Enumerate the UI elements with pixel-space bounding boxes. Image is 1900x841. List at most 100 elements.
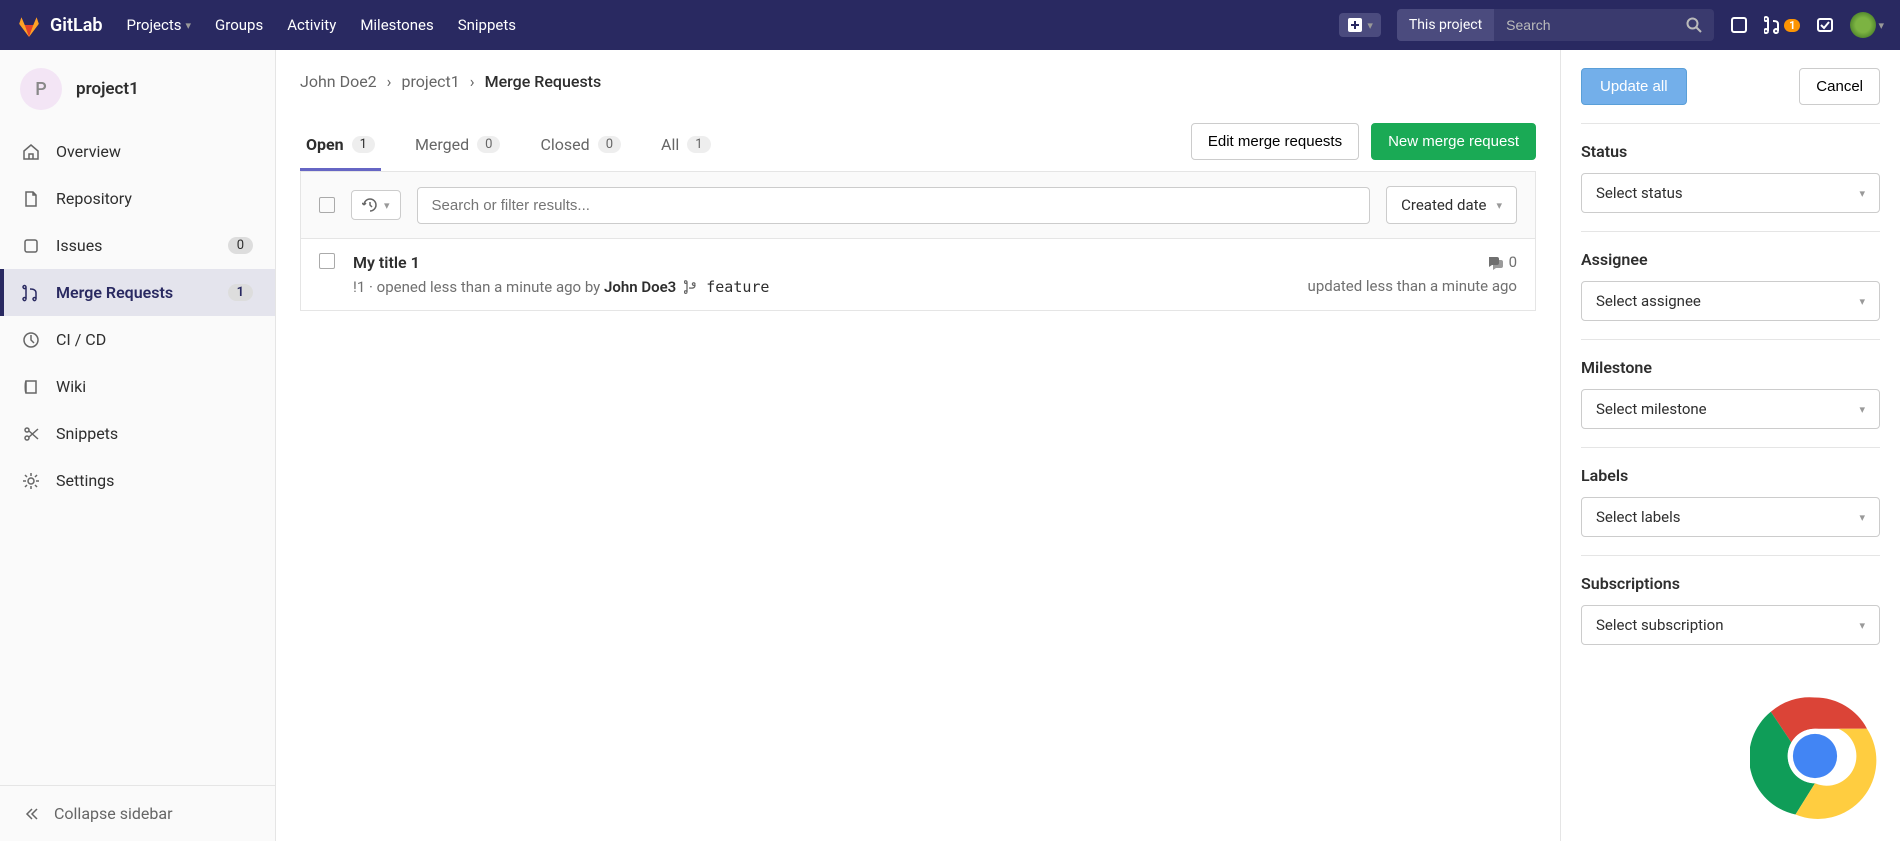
labels-select[interactable]: Select labels▾ — [1581, 497, 1880, 537]
nav-groups[interactable]: Groups — [215, 16, 263, 34]
breadcrumb-project[interactable]: project1 — [401, 72, 459, 91]
chrome-icon — [1750, 691, 1880, 821]
sidebar-item-label: Overview — [56, 142, 121, 161]
collapse-label: Collapse sidebar — [54, 804, 172, 823]
mr-count-badge: 1 — [1784, 19, 1800, 32]
home-icon — [22, 143, 40, 161]
sidebar-item-issues[interactable]: Issues 0 — [0, 222, 275, 269]
user-menu[interactable]: ▾ — [1850, 12, 1884, 38]
brand-text: GitLab — [50, 15, 103, 36]
breadcrumb-page: Merge Requests — [485, 72, 602, 91]
sidebar-item-cicd[interactable]: CI / CD — [0, 316, 275, 363]
logo[interactable]: GitLab — [16, 12, 103, 38]
file-icon — [22, 190, 40, 208]
branch-icon — [684, 280, 698, 294]
cancel-button[interactable]: Cancel — [1799, 68, 1880, 105]
history-icon — [362, 197, 378, 213]
chevron-down-icon: ▾ — [1859, 619, 1865, 632]
assignee-select[interactable]: Select assignee▾ — [1581, 281, 1880, 321]
project-avatar: P — [20, 68, 62, 110]
tab-all[interactable]: All1 — [655, 121, 717, 171]
new-mr-button[interactable]: New merge request — [1371, 123, 1536, 160]
sidebar-item-label: Issues — [56, 236, 102, 255]
filter-input[interactable] — [417, 187, 1371, 224]
tab-merged[interactable]: Merged0 — [409, 121, 507, 171]
sidebar-item-repository[interactable]: Repository — [0, 175, 275, 222]
search-button[interactable] — [1674, 9, 1714, 41]
history-button[interactable]: ▾ — [351, 190, 401, 220]
milestone-select[interactable]: Select milestone▾ — [1581, 389, 1880, 429]
assignee-label: Assignee — [1581, 250, 1880, 269]
book-icon — [22, 378, 40, 396]
sidebar-item-merge-requests[interactable]: Merge Requests 1 — [0, 269, 275, 316]
chevron-down-icon: ▾ — [384, 199, 390, 212]
avatar — [1850, 12, 1876, 38]
select-all-checkbox[interactable] — [319, 197, 335, 213]
nav-projects[interactable]: Projects▾ — [127, 16, 192, 34]
search-input[interactable] — [1494, 9, 1674, 41]
status-select[interactable]: Select status▾ — [1581, 173, 1880, 213]
breadcrumb-user[interactable]: John Doe2 — [300, 72, 377, 91]
sidebar-item-label: Settings — [56, 471, 114, 490]
sidebar-item-label: CI / CD — [56, 330, 106, 349]
mr-comments[interactable]: 0 — [1308, 253, 1517, 271]
tab-closed[interactable]: Closed0 — [534, 121, 627, 171]
project-name: project1 — [76, 79, 139, 99]
nav-snippets[interactable]: Snippets — [458, 16, 516, 34]
plus-button[interactable]: ▾ — [1339, 13, 1381, 37]
mr-title[interactable]: My title 1 — [353, 253, 1290, 272]
badge: 0 — [477, 136, 500, 153]
sort-dropdown[interactable]: Created date ▾ — [1386, 186, 1517, 224]
badge: 1 — [228, 284, 253, 301]
merge-requests-icon[interactable]: 1 — [1764, 16, 1800, 34]
search-scope[interactable]: This project — [1397, 9, 1494, 41]
milestone-label: Milestone — [1581, 358, 1880, 377]
edit-mr-button[interactable]: Edit merge requests — [1191, 123, 1359, 160]
header: GitLab Projects▾ Groups Activity Milesto… — [0, 0, 1900, 50]
badge: 0 — [598, 136, 621, 153]
sidebar-left: P project1 Overview Repository Issues 0 … — [0, 50, 276, 841]
collapse-icon — [22, 805, 40, 823]
mr-author[interactable]: John Doe3 — [604, 278, 676, 296]
chevron-down-icon: ▾ — [1859, 403, 1865, 416]
mr-checkbox[interactable] — [319, 253, 335, 269]
chevron-down-icon: ▾ — [1878, 19, 1884, 32]
sidebar-item-wiki[interactable]: Wiki — [0, 363, 275, 410]
mr-list: My title 1 !1 · opened less than a minut… — [300, 239, 1536, 311]
sidebar-item-settings[interactable]: Settings — [0, 457, 275, 504]
chevron-down-icon: ▾ — [1496, 199, 1502, 212]
todos-icon[interactable] — [1816, 16, 1834, 34]
nav-activity[interactable]: Activity — [287, 16, 336, 34]
collapse-sidebar[interactable]: Collapse sidebar — [0, 785, 275, 841]
sidebar-item-label: Wiki — [56, 377, 86, 396]
badge: 0 — [228, 237, 253, 254]
gitlab-icon — [16, 12, 42, 38]
labels-label: Labels — [1581, 466, 1880, 485]
main-nav: Projects▾ Groups Activity Milestones Sni… — [127, 16, 516, 34]
tab-open[interactable]: Open1 — [300, 121, 381, 171]
status-label: Status — [1581, 142, 1880, 161]
mr-branch: feature — [706, 278, 769, 296]
issues-icon[interactable] — [1730, 16, 1748, 34]
subscriptions-label: Subscriptions — [1581, 574, 1880, 593]
scissors-icon — [22, 425, 40, 443]
mr-meta: !1 · opened less than a minute ago by Jo… — [353, 278, 1290, 296]
rocket-icon — [22, 331, 40, 349]
subscriptions-select[interactable]: Select subscription▾ — [1581, 605, 1880, 645]
mr-ref: !1 — [353, 278, 365, 296]
comments-icon — [1487, 254, 1503, 270]
search-wrap: This project — [1397, 9, 1714, 41]
badge: 1 — [352, 136, 375, 153]
sidebar-item-snippets[interactable]: Snippets — [0, 410, 275, 457]
mr-opened: · opened less than a minute ago by — [365, 278, 604, 296]
chevron-down-icon: ▾ — [1367, 19, 1373, 32]
project-header[interactable]: P project1 — [0, 50, 275, 128]
chevron-right-icon: › — [470, 72, 475, 91]
sidebar-item-overview[interactable]: Overview — [0, 128, 275, 175]
badge: 1 — [687, 136, 710, 153]
nav-milestones[interactable]: Milestones — [360, 16, 433, 34]
mr-updated: updated less than a minute ago — [1308, 277, 1517, 295]
plus-icon — [1347, 17, 1363, 33]
gear-icon — [22, 472, 40, 490]
update-all-button[interactable]: Update all — [1581, 68, 1687, 105]
